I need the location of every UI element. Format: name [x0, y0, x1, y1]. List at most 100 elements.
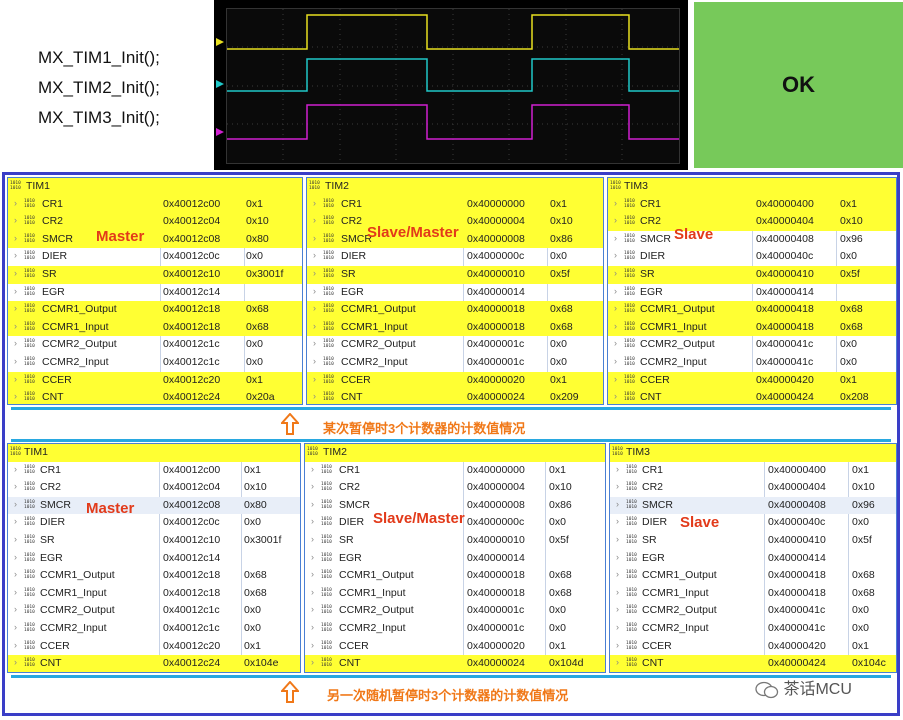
register-row[interactable]: › 1010 1010 CR1 0x40012c00 0x1 — [8, 462, 300, 480]
register-row[interactable]: › 1010 1010 CCER 0x40012c20 0x1 — [8, 371, 302, 390]
expand-chevron-icon[interactable]: › — [311, 569, 314, 579]
expand-chevron-icon[interactable]: › — [616, 552, 619, 562]
expand-chevron-icon[interactable]: › — [616, 587, 619, 597]
register-row[interactable]: › 1010 1010 SMCR 0x40012c08 0x80 — [8, 496, 300, 515]
expand-chevron-icon[interactable]: › — [614, 233, 617, 243]
expand-chevron-icon[interactable]: › — [14, 569, 17, 579]
register-row[interactable]: › 1010 1010 EGR 0x40000414 — [608, 284, 896, 302]
register-row[interactable]: › 1010 1010 SR 0x40000410 0x5f — [608, 266, 896, 284]
expand-chevron-icon[interactable]: › — [14, 391, 17, 401]
register-row[interactable]: › 1010 1010 CCMR1_Input 0x40000018 0x68 — [305, 585, 605, 603]
register-row[interactable]: › 1010 1010 SR 0x40000010 0x5f — [305, 532, 605, 550]
register-row[interactable]: › 1010 1010 CR1 0x40000400 0x1 — [608, 195, 896, 214]
expand-chevron-icon[interactable]: › — [616, 516, 619, 526]
expand-chevron-icon[interactable]: › — [614, 286, 617, 296]
register-row[interactable]: › 1010 1010 SR 0x40000010 0x5f — [307, 266, 603, 284]
expand-chevron-icon[interactable]: › — [311, 534, 314, 544]
register-row[interactable]: › 1010 1010 CCER 0x40000420 0x1 — [608, 371, 896, 390]
expand-chevron-icon[interactable]: › — [616, 534, 619, 544]
expand-chevron-icon[interactable]: › — [616, 481, 619, 491]
expand-chevron-icon[interactable]: › — [14, 516, 17, 526]
expand-chevron-icon[interactable]: › — [14, 321, 17, 331]
expand-chevron-icon[interactable]: › — [14, 534, 17, 544]
expand-chevron-icon[interactable]: › — [14, 303, 17, 313]
register-row[interactable]: › 1010 1010 CCER 0x40012c20 0x1 — [8, 638, 300, 656]
expand-chevron-icon[interactable]: › — [311, 587, 314, 597]
expand-chevron-icon[interactable]: › — [313, 198, 316, 208]
register-row[interactable]: › 1010 1010 CNT 0x40000024 0x209 — [307, 389, 603, 404]
register-row[interactable]: › 1010 1010 CCMR2_Output 0x4000041c 0x0 — [610, 602, 896, 620]
register-row[interactable]: › 1010 1010 SMCR 0x40000408 0x96 — [610, 496, 896, 515]
register-row[interactable]: › 1010 1010 CCMR1_Output 0x40000018 0x68 — [307, 301, 603, 319]
register-row[interactable]: › 1010 1010 EGR 0x40012c14 — [8, 550, 300, 568]
expand-chevron-icon[interactable]: › — [616, 604, 619, 614]
register-row[interactable]: › 1010 1010 CR2 0x40012c04 0x10 — [8, 213, 302, 231]
register-row[interactable]: › 1010 1010 CCER 0x40000020 0x1 — [307, 371, 603, 390]
expand-chevron-icon[interactable]: › — [313, 303, 316, 313]
register-row[interactable]: › 1010 1010 EGR 0x40000014 — [305, 550, 605, 568]
expand-chevron-icon[interactable]: › — [313, 215, 316, 225]
expand-chevron-icon[interactable]: › — [614, 250, 617, 260]
register-row[interactable]: › 1010 1010 CCMR1_Output 0x40000418 0x68 — [608, 301, 896, 319]
register-row[interactable]: › 1010 1010 CCMR2_Input 0x40012c1c 0x0 — [8, 354, 302, 372]
register-row[interactable]: › 1010 1010 CNT 0x40000424 0x104c — [610, 655, 896, 672]
expand-chevron-icon[interactable]: › — [614, 338, 617, 348]
expand-chevron-icon[interactable]: › — [313, 374, 316, 384]
register-row[interactable]: › 1010 1010 CCMR2_Input 0x40012c1c 0x0 — [8, 620, 300, 638]
expand-chevron-icon[interactable]: › — [311, 481, 314, 491]
expand-chevron-icon[interactable]: › — [14, 215, 17, 225]
register-row[interactable]: › 1010 1010 CCMR1_Input 0x40012c18 0x68 — [8, 318, 302, 337]
expand-chevron-icon[interactable]: › — [313, 338, 316, 348]
expand-chevron-icon[interactable]: › — [616, 464, 619, 474]
expand-chevron-icon[interactable]: › — [616, 657, 619, 667]
register-row[interactable]: › 1010 1010 CCMR1_Input 0x40000018 0x68 — [307, 318, 603, 337]
register-row[interactable]: › 1010 1010 EGR 0x40000414 — [610, 550, 896, 568]
register-row[interactable]: › 1010 1010 CCMR1_Output 0x40000418 0x68 — [610, 567, 896, 585]
expand-chevron-icon[interactable]: › — [14, 338, 17, 348]
expand-chevron-icon[interactable]: › — [311, 657, 314, 667]
expand-chevron-icon[interactable]: › — [14, 604, 17, 614]
register-row[interactable]: › 1010 1010 CCMR2_Output 0x40012c1c 0x0 — [8, 602, 300, 620]
expand-chevron-icon[interactable]: › — [14, 464, 17, 474]
expand-chevron-icon[interactable]: › — [616, 622, 619, 632]
expand-chevron-icon[interactable]: › — [311, 552, 314, 562]
expand-chevron-icon[interactable]: › — [616, 569, 619, 579]
register-row[interactable]: › 1010 1010 CCMR2_Output 0x4000041c 0x0 — [608, 336, 896, 354]
expand-chevron-icon[interactable]: › — [311, 640, 314, 650]
register-row[interactable]: › 1010 1010 SMCR 0x40000408 0x96 — [608, 231, 896, 249]
register-row[interactable]: › 1010 1010 CR1 0x40000000 0x1 — [305, 462, 605, 480]
register-row[interactable]: › 1010 1010 CCMR2_Input 0x4000001c 0x0 — [307, 354, 603, 372]
register-row[interactable]: › 1010 1010 CCMR1_Output 0x40012c18 0x68 — [8, 301, 302, 319]
register-row[interactable]: › 1010 1010 SR 0x40012c10 0x3001f — [8, 532, 300, 550]
register-row[interactable]: › 1010 1010 CCMR1_Output 0x40000018 0x68 — [305, 567, 605, 585]
expand-chevron-icon[interactable]: › — [14, 499, 17, 509]
expand-chevron-icon[interactable]: › — [313, 321, 316, 331]
expand-chevron-icon[interactable]: › — [311, 622, 314, 632]
register-row[interactable]: › 1010 1010 CR1 0x40012c00 0x1 — [8, 195, 302, 214]
expand-chevron-icon[interactable]: › — [14, 233, 17, 243]
register-row[interactable]: › 1010 1010 CCMR2_Input 0x4000001c 0x0 — [305, 620, 605, 638]
register-row[interactable]: › 1010 1010 CNT 0x40000424 0x208 — [608, 389, 896, 404]
expand-chevron-icon[interactable]: › — [313, 268, 316, 278]
expand-chevron-icon[interactable]: › — [14, 374, 17, 384]
register-row[interactable]: › 1010 1010 DIER 0x40012c0c 0x0 — [8, 248, 302, 266]
register-row[interactable]: › 1010 1010 CCMR1_Input 0x40012c18 0x68 — [8, 585, 300, 603]
register-row[interactable]: › 1010 1010 CR2 0x40000004 0x10 — [305, 479, 605, 497]
expand-chevron-icon[interactable]: › — [14, 552, 17, 562]
expand-chevron-icon[interactable]: › — [14, 622, 17, 632]
register-row[interactable]: › 1010 1010 SR 0x40000410 0x5f — [610, 532, 896, 550]
register-row[interactable]: › 1010 1010 DIER 0x40012c0c 0x0 — [8, 514, 300, 532]
register-row[interactable]: › 1010 1010 EGR 0x40012c14 — [8, 284, 302, 302]
expand-chevron-icon[interactable]: › — [614, 321, 617, 331]
register-row[interactable]: › 1010 1010 CNT 0x40012c24 0x20a — [8, 389, 302, 404]
register-row[interactable]: › 1010 1010 CCMR2_Output 0x40012c1c 0x0 — [8, 336, 302, 354]
expand-chevron-icon[interactable]: › — [614, 215, 617, 225]
expand-chevron-icon[interactable]: › — [614, 198, 617, 208]
expand-chevron-icon[interactable]: › — [313, 391, 316, 401]
register-row[interactable]: › 1010 1010 CCMR1_Input 0x40000418 0x68 — [610, 585, 896, 603]
register-row[interactable]: › 1010 1010 CCMR2_Output 0x4000001c 0x0 — [305, 602, 605, 620]
expand-chevron-icon[interactable]: › — [311, 464, 314, 474]
register-row[interactable]: › 1010 1010 CCER 0x40000020 0x1 — [305, 638, 605, 656]
register-row[interactable]: › 1010 1010 CCMR2_Input 0x4000041c 0x0 — [610, 620, 896, 638]
register-row[interactable]: › 1010 1010 SR 0x40012c10 0x3001f — [8, 266, 302, 284]
